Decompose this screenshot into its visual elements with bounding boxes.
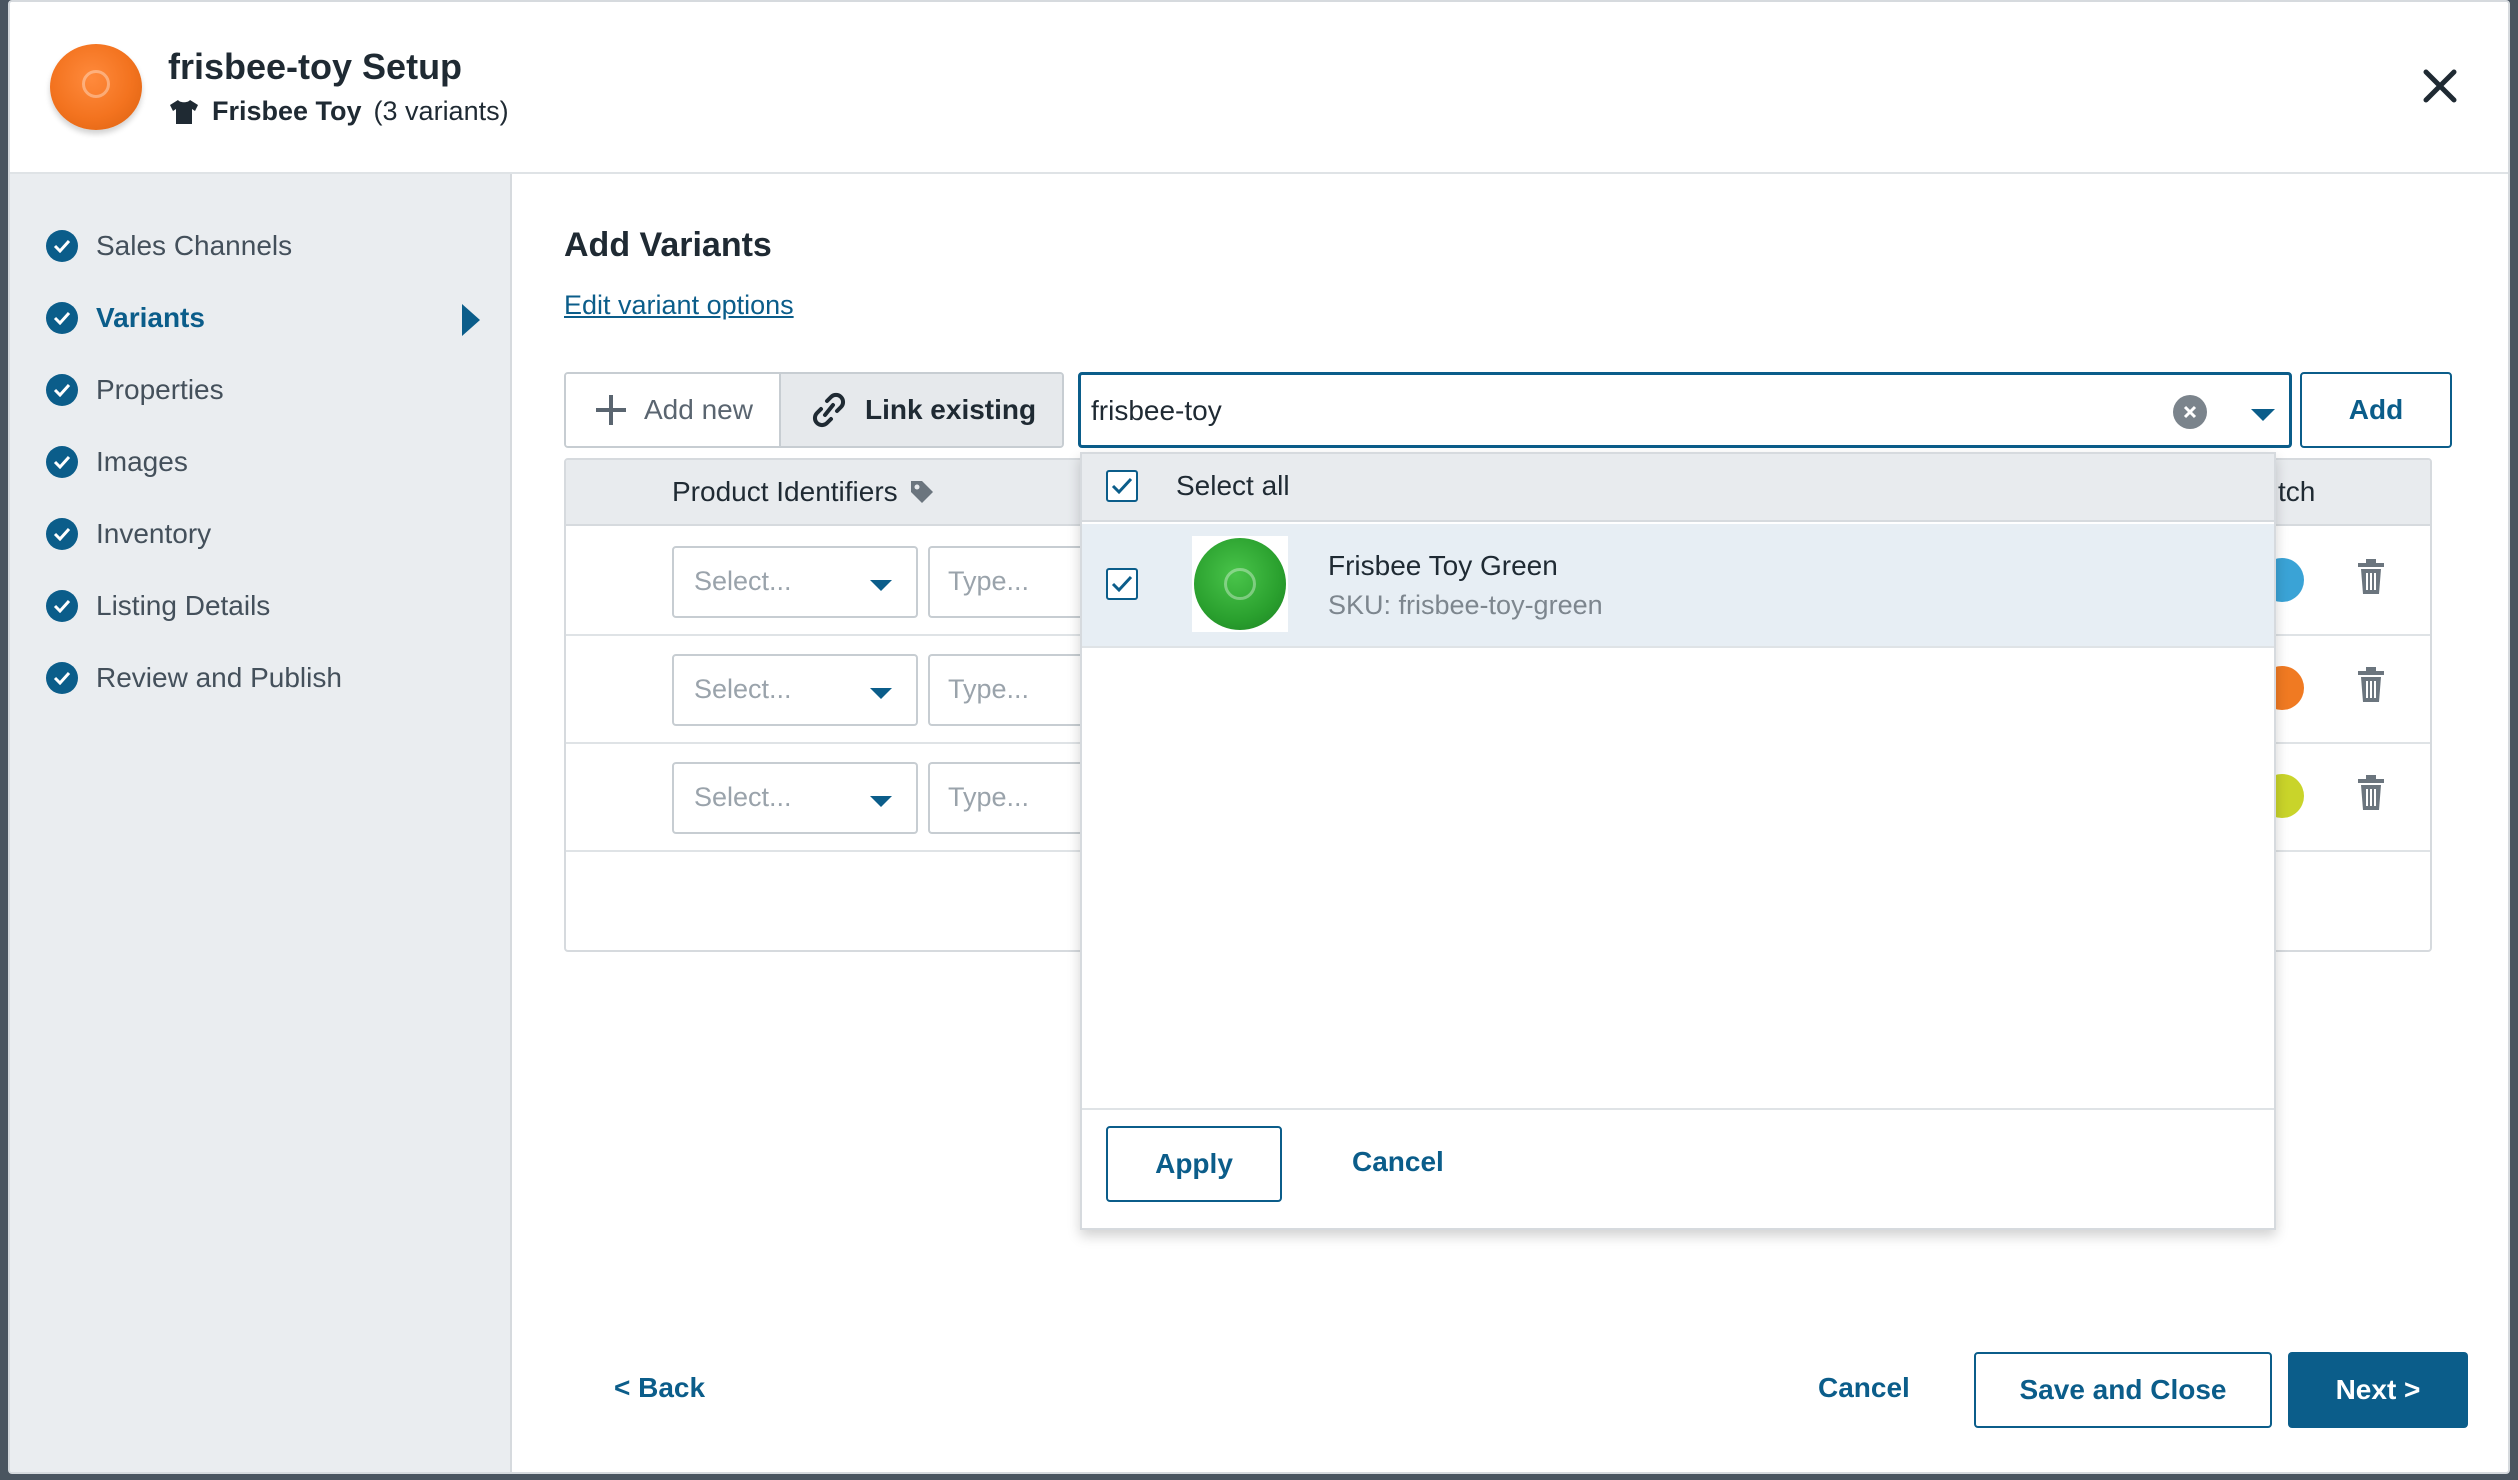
sidebar-item-label: Listing Details [96,590,271,621]
setup-modal: frisbee-toy Setup Frisbee Toy (3 variant… [8,0,2510,1474]
sidebar-item-label: Properties [96,374,224,405]
trash-icon[interactable] [2356,774,2386,812]
item-name: Frisbee Toy Green [1328,550,1558,581]
link-existing-label: Link existing [864,394,1037,425]
next-button[interactable]: Next > [2288,1352,2468,1428]
sidebar-item-images[interactable]: Images [46,442,188,482]
cancel-button[interactable]: Cancel [1818,1372,1910,1404]
link-existing-button[interactable]: Link existing [778,374,1063,446]
modal-header: frisbee-toy Setup Frisbee Toy (3 variant… [10,2,2508,174]
link-icon [812,392,846,428]
active-step-arrow-icon [462,304,480,336]
close-icon[interactable] [2418,64,2462,108]
section-title: Add Variants [564,226,772,264]
sidebar-item-listing-details[interactable]: Listing Details [46,586,270,626]
plus-icon [596,395,626,425]
checkmark-icon [1111,477,1133,495]
variant-count: (3 variants) [373,96,509,126]
checkmark-icon [1111,575,1133,593]
check-circle-icon [46,590,78,622]
back-button[interactable]: < Back [614,1372,705,1404]
sidebar-item-variants[interactable]: Variants [46,298,205,338]
chevron-down-icon [870,688,892,699]
search-input-value[interactable]: frisbee-toy [1091,395,1222,427]
chevron-down-icon[interactable] [2251,409,2275,421]
item-thumbnail [1192,536,1288,632]
check-circle-icon [46,518,78,550]
item-checkbox[interactable] [1106,568,1138,600]
trash-icon[interactable] [2356,666,2386,704]
wizard-sidebar: Sales Channels Variants Properties Image… [10,174,512,1472]
identifier-type-select[interactable]: Select... [672,654,918,726]
list-item[interactable]: Frisbee Toy Green SKU: frisbee-toy-green [1082,524,2274,648]
check-circle-icon [46,230,78,262]
identifier-type-select[interactable]: Select... [672,762,918,834]
link-existing-dropdown: Select all Frisbee Toy Green SKU: frisbe… [1080,452,2276,1230]
product-name: Frisbee Toy [212,96,362,126]
select-all-checkbox[interactable] [1106,470,1138,502]
sidebar-item-label: Sales Channels [96,230,293,261]
check-circle-icon [46,446,78,478]
column-header-swatch: tch [2278,476,2316,507]
select-all-row[interactable]: Select all [1082,454,2274,522]
sidebar-item-properties[interactable]: Properties [46,370,224,410]
trash-icon[interactable] [2356,558,2386,596]
add-button[interactable]: Add [2300,372,2452,448]
product-subtitle: Frisbee Toy (3 variants) [168,96,509,127]
page-title: frisbee-toy Setup [168,46,463,87]
column-header-identifiers: Product Identifiers [672,476,936,508]
select-all-label: Select all [1176,470,1290,501]
sidebar-item-label: Inventory [96,518,212,549]
sidebar-item-label: Review and Publish [96,662,342,693]
shirt-icon [170,99,198,124]
save-and-close-button[interactable]: Save and Close [1974,1352,2272,1428]
sidebar-item-label: Variants [96,302,205,333]
add-new-label: Add new [644,394,753,425]
item-sku: SKU: frisbee-toy-green [1328,590,1603,620]
check-circle-icon [46,302,78,334]
add-new-button[interactable]: Add new [566,374,779,446]
apply-button[interactable]: Apply [1106,1126,1282,1202]
clear-icon[interactable] [2173,395,2207,429]
identifier-type-select[interactable]: Select... [672,546,918,618]
tag-icon [910,481,933,503]
edit-variant-options-link[interactable]: Edit variant options [564,290,794,321]
chevron-down-icon [870,796,892,807]
product-thumbnail [50,44,142,130]
sidebar-item-review-and-publish[interactable]: Review and Publish [46,658,342,698]
sidebar-item-label: Images [96,446,188,477]
dropdown-footer: Apply Cancel [1082,1108,2274,1228]
sidebar-item-inventory[interactable]: Inventory [46,514,211,554]
sidebar-item-sales-channels[interactable]: Sales Channels [46,226,292,266]
variant-search-combobox[interactable]: frisbee-toy [1078,372,2292,448]
check-circle-icon [46,662,78,694]
add-mode-toggle: Add new Link existing [564,372,1065,448]
chevron-down-icon [870,580,892,591]
check-circle-icon [46,374,78,406]
dropdown-cancel-button[interactable]: Cancel [1352,1146,1444,1178]
